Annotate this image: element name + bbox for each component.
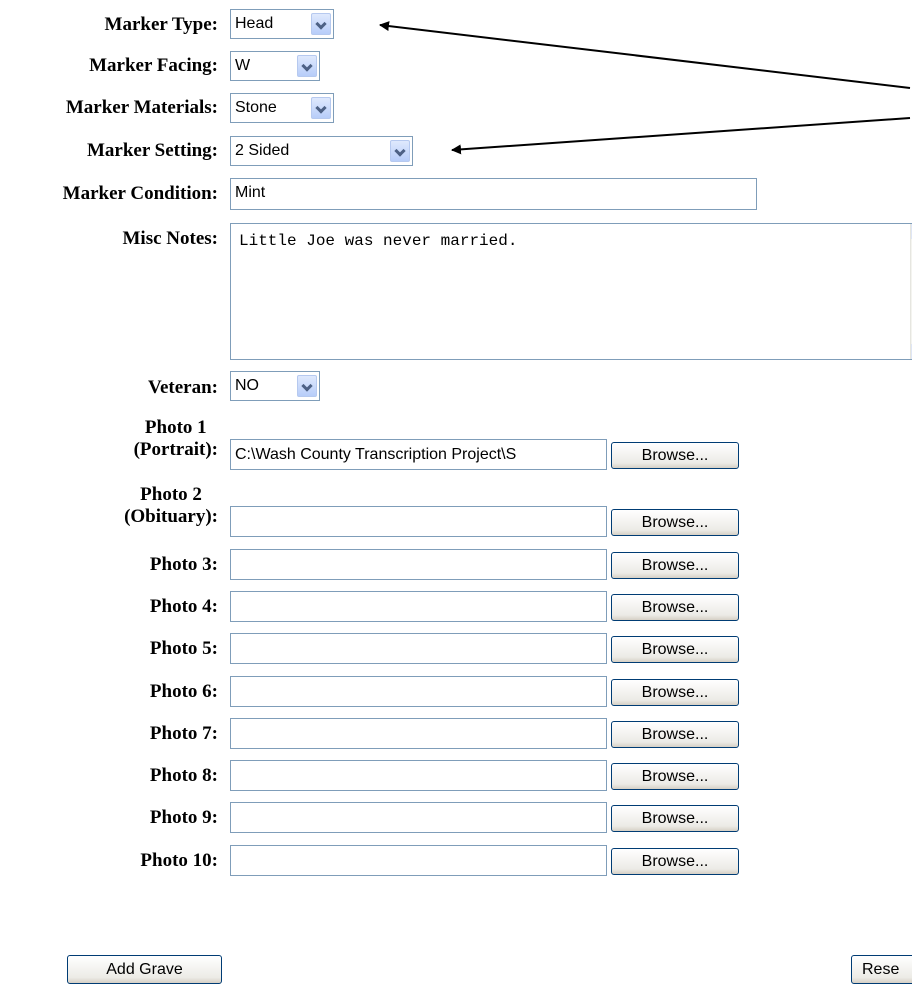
arrow-icon	[451, 117, 911, 155]
annotation-arrows	[379, 21, 911, 155]
arrow-icon	[379, 21, 911, 89]
